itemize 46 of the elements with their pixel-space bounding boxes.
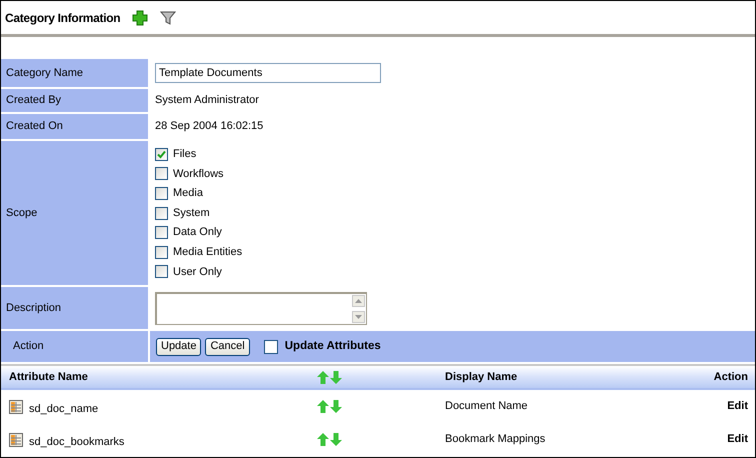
- edit-link[interactable]: Edit: [727, 431, 748, 448]
- column-header: Action: [712, 370, 749, 385]
- table-icon: [9, 432, 23, 446]
- page-title: Category Information: [5, 10, 120, 26]
- checkbox[interactable]: [155, 148, 168, 161]
- table-cell-text: sd_doc_bookmarks: [29, 435, 124, 450]
- action-button[interactable]: Update: [156, 338, 202, 356]
- checkbox[interactable]: [155, 265, 168, 278]
- checkbox[interactable]: [155, 226, 168, 240]
- checkbox-label: Workflows: [173, 166, 224, 182]
- checkbox-label: Data Only: [173, 225, 222, 240]
- field-value: 28 Sep 2004 16:02:15: [155, 119, 264, 134]
- checkbox-label: User Only: [173, 264, 222, 280]
- checkbox-label: Media: [173, 186, 203, 202]
- table-cell-text: Document Name: [444, 399, 529, 414]
- up-caret-icon: [355, 298, 362, 302]
- column-header: Display Name: [444, 370, 518, 385]
- checkbox-label: System: [173, 206, 210, 221]
- form-label: Description: [1, 287, 148, 329]
- add-icon[interactable]: [132, 10, 148, 26]
- checkbox[interactable]: [264, 340, 278, 354]
- column-header: Attribute Name: [8, 370, 89, 385]
- table-cell-text: sd_doc_name: [29, 402, 98, 418]
- edit-link[interactable]: Edit: [727, 398, 748, 415]
- checkbox[interactable]: [155, 167, 168, 180]
- down-caret-icon: [355, 314, 362, 318]
- form-label: Created By: [1, 89, 148, 112]
- checkbox[interactable]: [155, 186, 168, 200]
- checkbox[interactable]: [155, 206, 168, 220]
- text-field[interactable]: Template Documents: [155, 63, 381, 83]
- form-label: Category Name: [1, 59, 148, 87]
- scroll-up-button[interactable]: [352, 294, 365, 306]
- action-button[interactable]: Cancel: [205, 338, 250, 356]
- form-label: Created On: [1, 114, 148, 139]
- checkbox-label: Media Entities: [173, 244, 242, 260]
- scroll-down-button[interactable]: [352, 310, 365, 322]
- form-label: Scope: [1, 141, 148, 285]
- filter-icon[interactable]: [160, 10, 176, 26]
- text-area[interactable]: [155, 292, 367, 324]
- table-icon: [9, 400, 23, 414]
- form-label: Action: [13, 339, 44, 354]
- field-value: System Administrator: [155, 93, 259, 108]
- table-cell-text: Bookmark Mappings: [444, 432, 546, 448]
- checkbox-label: Files: [173, 146, 196, 162]
- checkbox-label: Update Attributes: [284, 338, 381, 354]
- checkbox[interactable]: [155, 246, 168, 259]
